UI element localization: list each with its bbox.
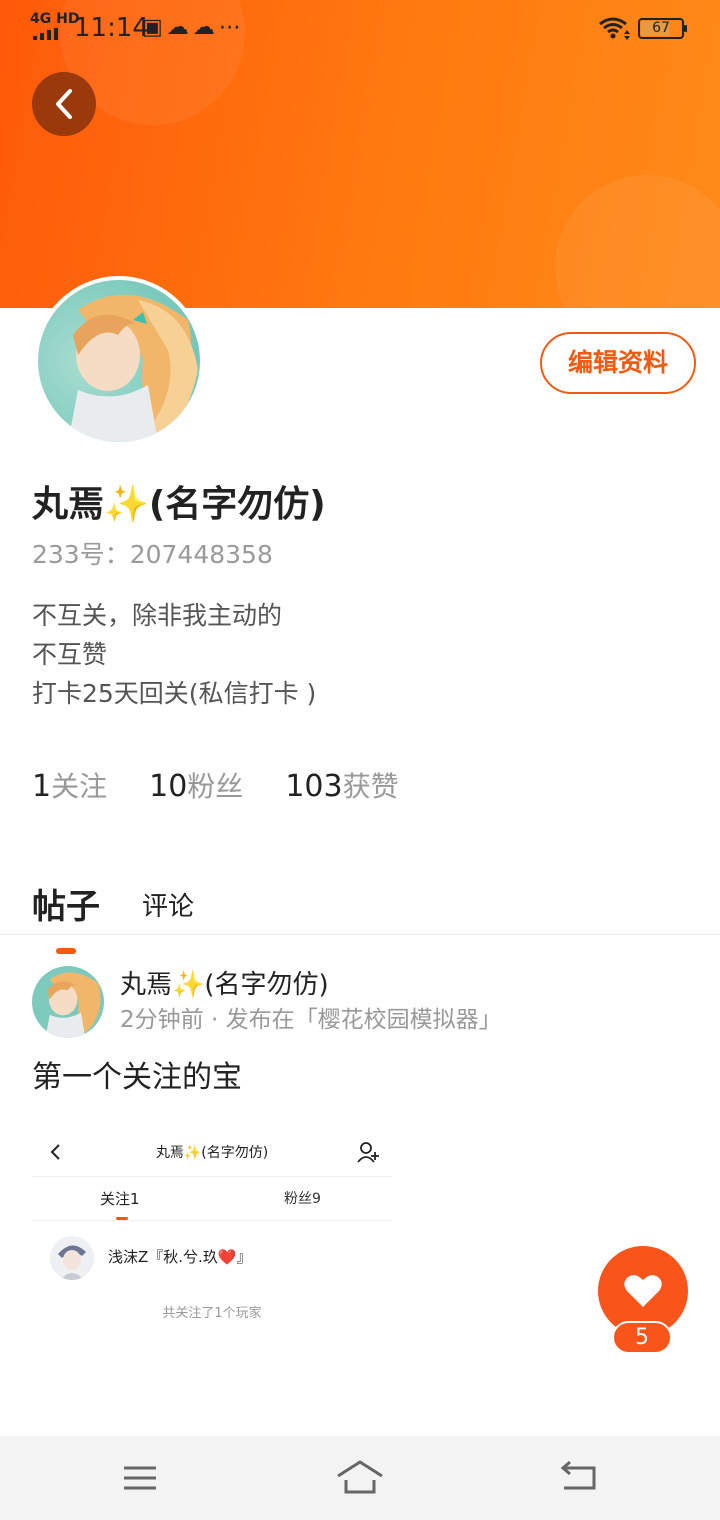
like-count: 5: [612, 1321, 672, 1354]
edit-profile-button[interactable]: 编辑资料: [540, 332, 696, 394]
stat-value: 1: [32, 769, 52, 804]
profile-page: 4G HD 11:14 ▣☁☁⋯ 67 编辑资料 丸焉✨(名字勿仿) 233号：…: [0, 0, 720, 1520]
profile-bio: 不互关，除非我主动的 不互赞 打卡25天回关(私信打卡 ): [32, 596, 316, 713]
divider: [32, 1220, 392, 1221]
signal-icon: [33, 28, 58, 40]
embedded-follow-name: 浅沫Z『秋.兮.玖❤️』: [108, 1248, 252, 1266]
stat-label: 关注: [51, 770, 108, 803]
home-icon[interactable]: [336, 1458, 384, 1498]
more-icon: ⋯: [218, 15, 245, 40]
menu-icon[interactable]: [118, 1458, 162, 1498]
stat-followers[interactable]: 10粉丝: [149, 766, 243, 812]
stat-label: 获赞: [342, 770, 399, 803]
network-indicator: 4G HD: [30, 11, 80, 27]
battery-text: 67: [652, 20, 670, 36]
app-notification-icon: ▣: [142, 15, 167, 40]
status-bar: 4G HD 11:14 ▣☁☁⋯ 67: [0, 0, 720, 56]
post-meta: 2分钟前 · 发布在「樱花校园模拟器」: [120, 1007, 502, 1033]
divider: [0, 934, 720, 935]
stat-label: 粉丝: [187, 770, 244, 803]
post-author-avatar[interactable]: [32, 966, 104, 1038]
cloud-icon: ☁: [192, 15, 219, 40]
add-user-icon: [357, 1142, 379, 1163]
bio-line: 不互关，除非我主动的: [32, 601, 283, 630]
profile-tabs: 帖子 评论: [32, 862, 194, 954]
notification-icons: ▣☁☁⋯: [142, 16, 245, 40]
profile-header-banner: 4G HD 11:14 ▣☁☁⋯ 67: [0, 0, 720, 308]
wifi-icon: [599, 17, 630, 40]
header-decoration: [555, 175, 720, 308]
stat-following[interactable]: 1关注: [32, 766, 107, 812]
embedded-avatar: [50, 1236, 94, 1280]
tab-posts[interactable]: 帖子: [32, 882, 100, 954]
post-image[interactable]: 丸焉✨(名字勿仿) 关注1 粉丝9 浅沫Z『秋.兮.玖❤️』 共关注了1个玩家: [32, 1122, 392, 1342]
profile-avatar[interactable]: [34, 276, 204, 446]
bio-line: 打卡25天回关(私信打卡 ): [32, 679, 317, 708]
heart-icon: [624, 1275, 662, 1307]
tab-indicator: [56, 948, 76, 954]
post-author-name[interactable]: 丸焉✨(名字勿仿): [120, 966, 329, 1004]
battery-indicator: 67: [638, 18, 687, 39]
post-text: 第一个关注的宝: [32, 1060, 242, 1095]
stat-likes[interactable]: 103获赞: [285, 766, 398, 812]
divider: [32, 1176, 392, 1177]
tab-comments[interactable]: 评论: [142, 882, 194, 932]
embedded-tab-followers: 粉丝9: [284, 1191, 321, 1207]
system-nav-bar: [0, 1436, 720, 1520]
stat-value: 103: [285, 769, 343, 804]
tab-label: 帖子: [32, 887, 100, 927]
back-button[interactable]: [32, 72, 96, 136]
profile-name: 丸焉✨(名字勿仿): [32, 484, 326, 525]
embedded-title: 丸焉✨(名字勿仿): [155, 1145, 269, 1161]
back-icon[interactable]: [558, 1458, 602, 1498]
avatar-image: [38, 280, 200, 442]
clock: 11:14: [74, 13, 149, 43]
embedded-tab-following: 关注1: [100, 1190, 140, 1208]
bio-line: 不互赞: [32, 640, 108, 669]
cloud-icon: ☁: [166, 15, 193, 40]
embedded-footer: 共关注了1个玩家: [162, 1306, 262, 1321]
user-id: 233号：207448358: [32, 540, 273, 569]
stat-value: 10: [149, 769, 188, 804]
chevron-left-icon: [56, 89, 72, 119]
profile-stats: 1关注 10粉丝 103获赞: [32, 766, 441, 812]
